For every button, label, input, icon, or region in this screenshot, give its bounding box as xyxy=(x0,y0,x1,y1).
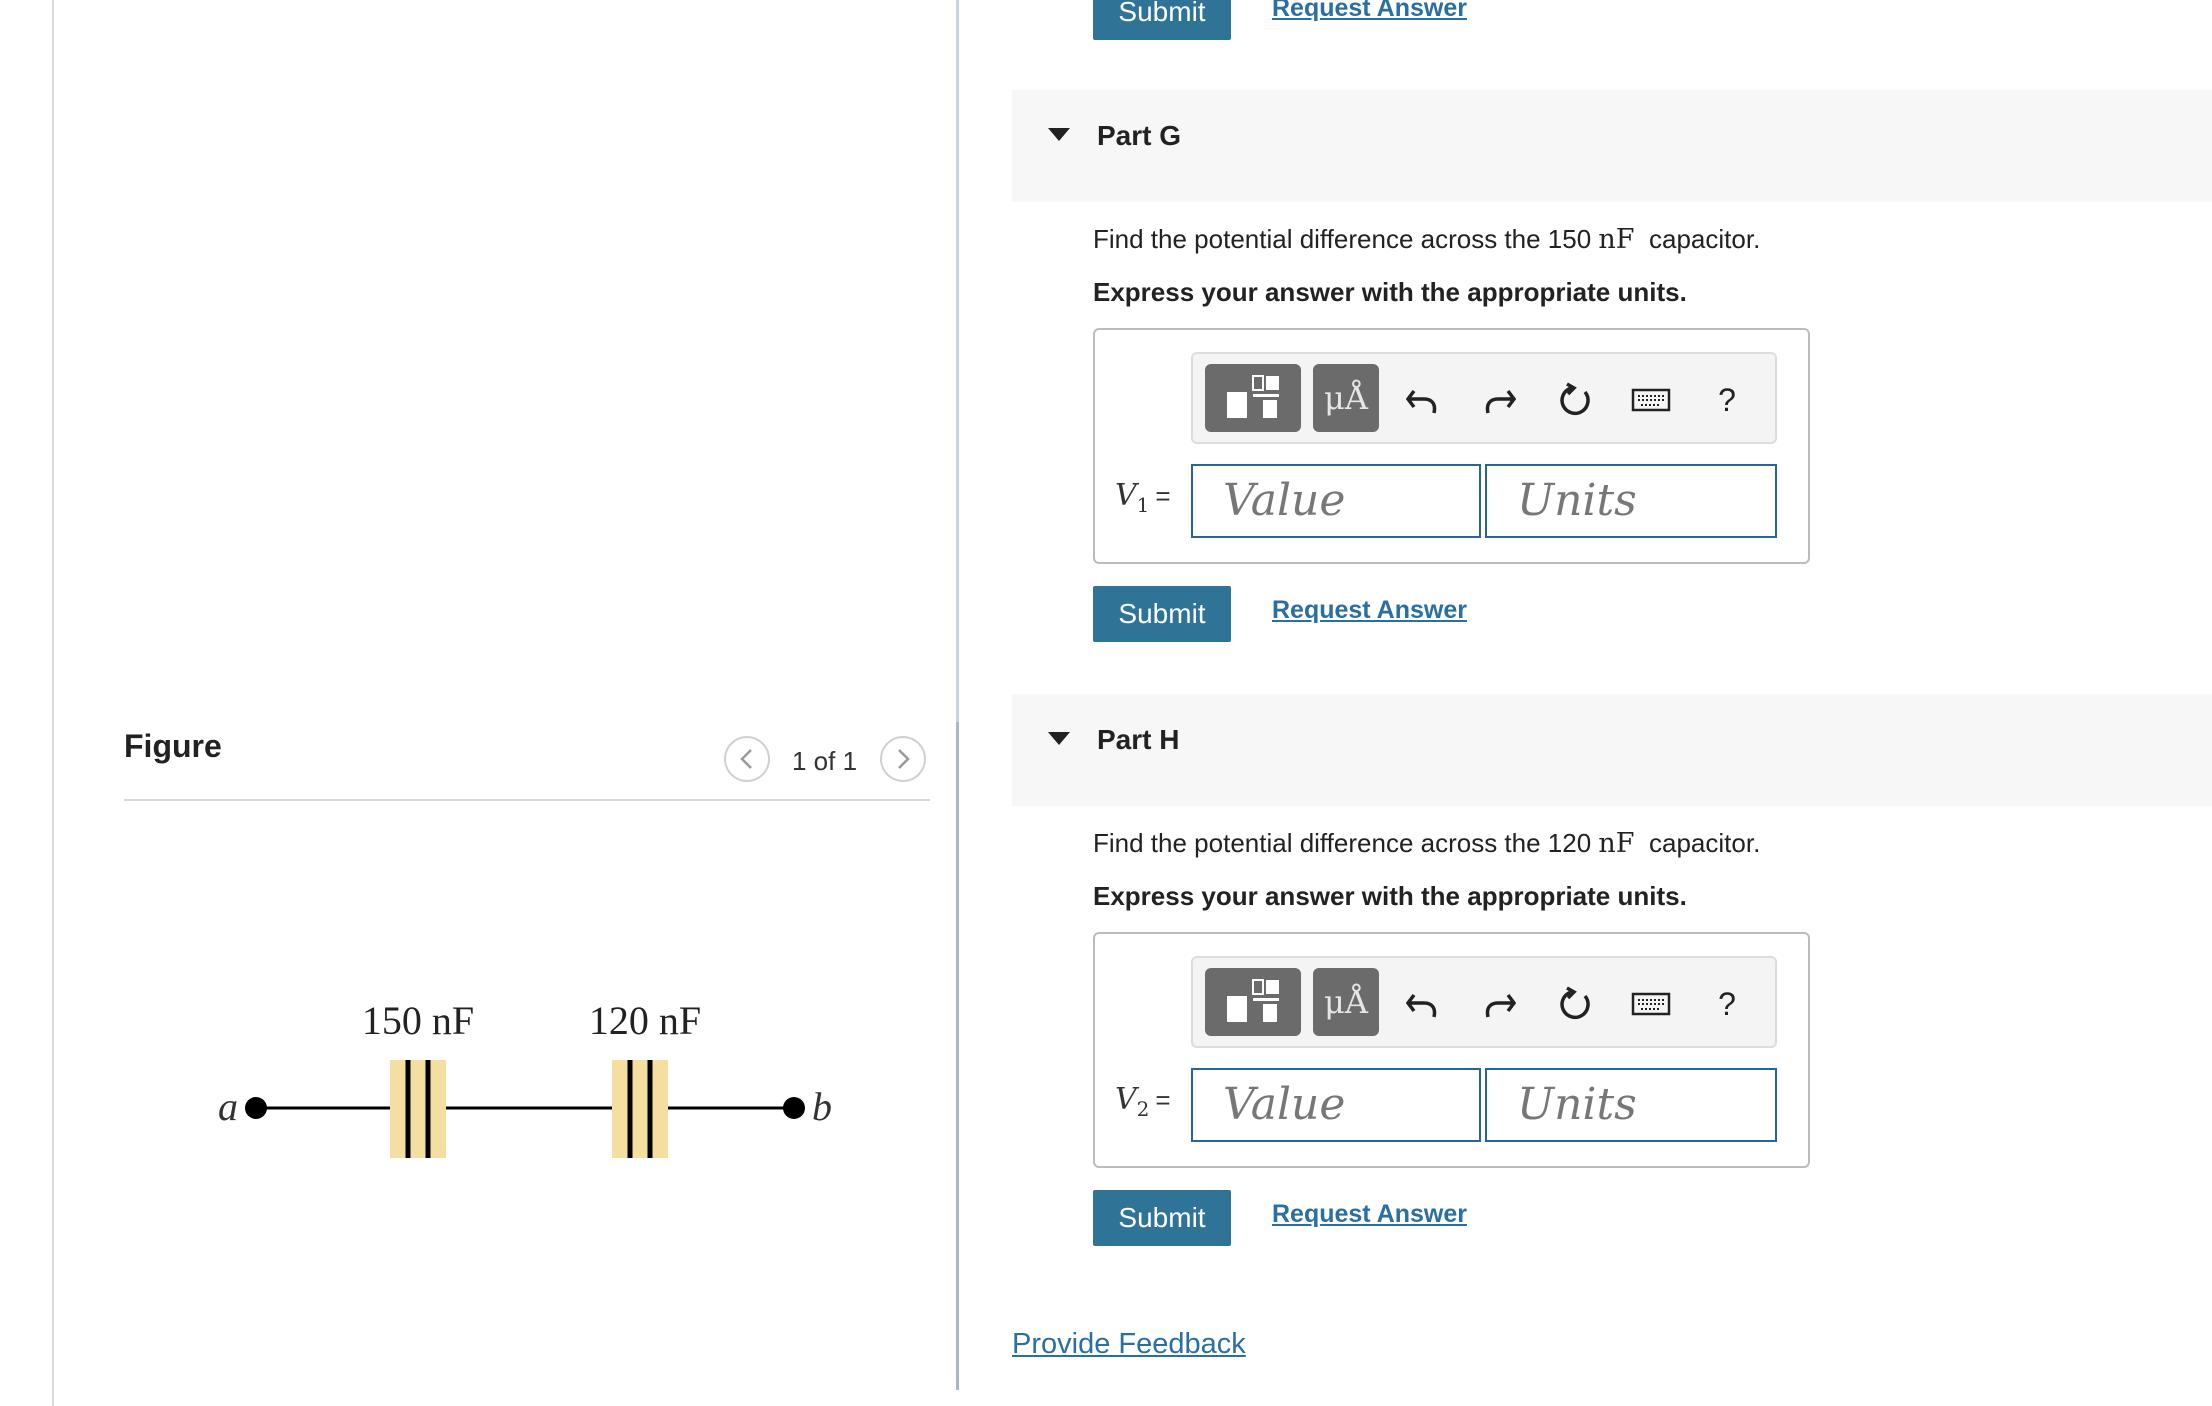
fraction-template-icon xyxy=(1227,375,1279,418)
part-g-title: Part G xyxy=(1097,120,1182,151)
request-answer-link[interactable]: Request Answer xyxy=(1272,1200,1467,1229)
terminal-b-label: b xyxy=(812,1084,832,1129)
part-g-answer-box: μÅ ? V1 = Value Units xyxy=(1093,328,1810,564)
templates-button[interactable] xyxy=(1205,968,1301,1036)
variable-label: V2 = xyxy=(1115,1082,1171,1121)
submit-button-previous[interactable]: Submit xyxy=(1093,0,1231,40)
caret-down-icon xyxy=(1048,128,1070,141)
reset-icon[interactable] xyxy=(1555,380,1595,420)
templates-button[interactable] xyxy=(1205,364,1301,432)
figure-divider xyxy=(124,799,930,801)
figure-counter: 1 of 1 xyxy=(792,746,858,776)
math-toolbar: μÅ ? xyxy=(1191,956,1777,1048)
redo-icon[interactable] xyxy=(1479,380,1519,420)
panel-divider-handle[interactable] xyxy=(956,722,959,1390)
variable-label: V1 = xyxy=(1115,478,1171,517)
next-figure-button[interactable] xyxy=(880,736,926,782)
terminal-a-dot xyxy=(245,1097,267,1119)
undo-icon[interactable] xyxy=(1403,380,1443,420)
part-h-header[interactable]: Part H xyxy=(1012,694,2212,806)
terminal-a-label: a xyxy=(218,1084,238,1129)
part-g-question: Find the potential difference across the… xyxy=(1093,224,1761,255)
submit-button[interactable]: Submit xyxy=(1093,1190,1231,1246)
terminal-b-dot xyxy=(783,1097,805,1119)
help-icon[interactable]: ? xyxy=(1707,380,1747,420)
math-toolbar: μÅ ? xyxy=(1191,352,1777,444)
value-input[interactable]: Value xyxy=(1191,1068,1481,1142)
chevron-left-icon xyxy=(740,749,752,769)
part-h-instruction: Express your answer with the appropriate… xyxy=(1093,881,1687,911)
fraction-template-icon xyxy=(1227,979,1279,1022)
submit-button[interactable]: Submit xyxy=(1093,586,1231,642)
request-answer-link-previous[interactable]: Request Answer xyxy=(1272,0,1467,23)
request-answer-link[interactable]: Request Answer xyxy=(1272,596,1467,625)
previous-figure-button[interactable] xyxy=(724,736,770,782)
capacitor-2-label: 120 nF xyxy=(589,998,701,1043)
help-icon[interactable]: ? xyxy=(1707,984,1747,1024)
units-button[interactable]: μÅ xyxy=(1313,968,1379,1036)
units-input[interactable]: Units xyxy=(1485,464,1777,538)
undo-icon[interactable] xyxy=(1403,984,1443,1024)
capacitor-1-label: 150 nF xyxy=(362,998,474,1043)
part-h-question: Find the potential difference across the… xyxy=(1093,828,1761,859)
keyboard-icon[interactable] xyxy=(1631,380,1671,420)
part-h-title: Part H xyxy=(1097,724,1180,755)
chevron-right-icon xyxy=(898,749,910,769)
capacitor-120nf: 120 nF xyxy=(589,998,701,1158)
capacitor-circuit-diagram: 150 nF 120 nF a b xyxy=(218,998,832,1158)
units-input[interactable]: Units xyxy=(1485,1068,1777,1142)
figure-title: Figure xyxy=(124,728,222,764)
part-g-instruction: Express your answer with the appropriate… xyxy=(1093,277,1687,307)
part-g-header[interactable]: Part G xyxy=(1012,90,2212,202)
units-button[interactable]: μÅ xyxy=(1313,364,1379,432)
caret-down-icon xyxy=(1048,732,1070,745)
redo-icon[interactable] xyxy=(1479,984,1519,1024)
part-h-answer-box: μÅ ? V2 = Value Units xyxy=(1093,932,1810,1168)
keyboard-icon[interactable] xyxy=(1631,984,1671,1024)
provide-feedback-link[interactable]: Provide Feedback xyxy=(1012,1328,1246,1361)
capacitor-150nf: 150 nF xyxy=(362,998,474,1158)
reset-icon[interactable] xyxy=(1555,984,1595,1024)
value-input[interactable]: Value xyxy=(1191,464,1481,538)
left-border xyxy=(52,0,54,1406)
